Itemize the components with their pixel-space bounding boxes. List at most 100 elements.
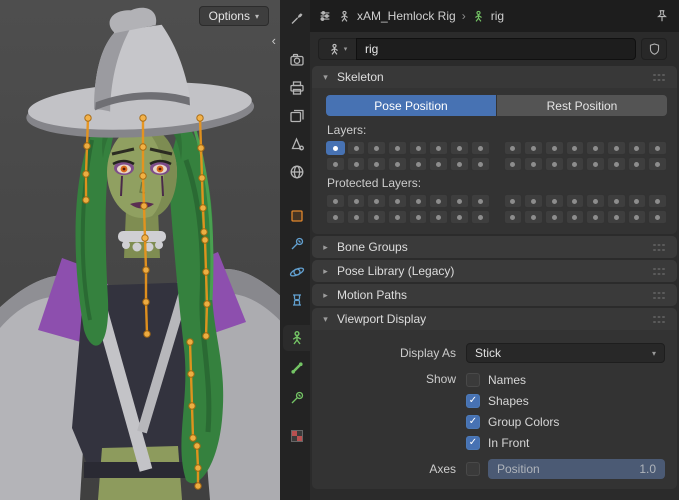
layer-toggle[interactable] (388, 141, 407, 155)
checkbox-checked-icon[interactable]: ✓ (466, 435, 480, 450)
skeleton-panel-header[interactable]: ▾ Skeleton (312, 66, 677, 88)
layer-toggle[interactable] (648, 141, 667, 155)
layer-toggle[interactable] (544, 210, 564, 224)
layer-toggle[interactable] (429, 194, 449, 208)
layer-toggle[interactable] (429, 210, 449, 224)
panel-grip-icon[interactable] (652, 243, 667, 252)
layer-toggle[interactable] (429, 141, 449, 155)
layer-toggle[interactable] (586, 194, 605, 208)
panel-grip-icon[interactable] (652, 73, 667, 82)
layer-toggle[interactable] (544, 157, 564, 171)
checkbox-in-front[interactable]: ✓ In Front (466, 432, 665, 453)
layer-toggle[interactable] (367, 141, 387, 155)
axes-checkbox[interactable] (466, 462, 480, 476)
3d-viewport[interactable]: Options ▾ ‹ (0, 0, 280, 500)
layer-toggle[interactable] (326, 194, 345, 208)
layer-toggle[interactable] (367, 194, 387, 208)
layer-toggle[interactable] (627, 141, 647, 155)
tab-view-layer[interactable] (283, 103, 310, 129)
checkbox-checked-icon[interactable]: ✓ (466, 414, 480, 429)
layer-toggle[interactable] (408, 141, 428, 155)
panel-grip-icon[interactable] (652, 267, 667, 276)
layer-toggle[interactable] (408, 210, 428, 224)
layer-toggle[interactable] (606, 141, 626, 155)
datablock-name-field[interactable] (356, 38, 636, 60)
layer-toggle[interactable] (606, 194, 626, 208)
tab-render[interactable] (283, 47, 310, 73)
tab-modifiers[interactable] (283, 231, 310, 257)
checkbox-empty-icon[interactable] (466, 372, 480, 387)
fake-user-shield-button[interactable] (641, 38, 667, 60)
layer-toggle[interactable] (326, 210, 345, 224)
layer-toggle[interactable] (648, 194, 667, 208)
breadcrumb-data-name[interactable]: rig (491, 9, 504, 23)
layer-toggle[interactable] (388, 210, 407, 224)
motion-paths-panel-header[interactable]: ▸ Motion Paths (312, 284, 677, 306)
layer-toggle[interactable] (429, 157, 449, 171)
pin-icon[interactable] (655, 9, 669, 23)
layer-toggle[interactable] (408, 194, 428, 208)
layer-toggle[interactable] (346, 210, 366, 224)
layer-toggle[interactable] (408, 157, 428, 171)
layer-toggle[interactable] (565, 141, 585, 155)
layer-toggle[interactable] (470, 210, 490, 224)
layer-toggle[interactable] (470, 194, 490, 208)
layer-toggle[interactable] (388, 157, 407, 171)
checkbox-group-colors[interactable]: ✓ Group Colors (466, 411, 665, 432)
tab-bone[interactable] (283, 355, 310, 381)
pose-position-button[interactable]: Pose Position (326, 95, 496, 116)
layer-toggle[interactable] (606, 210, 626, 224)
options-button[interactable]: Options ▾ (198, 6, 269, 26)
layer-toggle[interactable] (565, 194, 585, 208)
layer-toggle[interactable] (565, 157, 585, 171)
layer-toggle[interactable] (503, 210, 523, 224)
layer-toggle[interactable] (326, 141, 345, 155)
rest-position-button[interactable]: Rest Position (497, 95, 667, 116)
tab-output[interactable] (283, 75, 310, 101)
tab-physics[interactable] (283, 259, 310, 285)
layer-toggle[interactable] (388, 194, 407, 208)
layer-toggle[interactable] (524, 194, 543, 208)
layer-toggle[interactable] (470, 157, 490, 171)
tab-object-data-armature[interactable] (283, 325, 310, 351)
checkbox-shapes[interactable]: ✓ Shapes (466, 390, 665, 411)
layer-toggle[interactable] (524, 141, 543, 155)
pose-library-panel-header[interactable]: ▸ Pose Library (Legacy) (312, 260, 677, 282)
layer-toggle[interactable] (648, 157, 667, 171)
layer-toggle[interactable] (346, 141, 366, 155)
axes-position-slider[interactable]: Position 1.0 (488, 459, 665, 479)
layer-toggle[interactable] (450, 210, 469, 224)
layer-toggle[interactable] (586, 157, 605, 171)
panel-grip-icon[interactable] (652, 315, 667, 324)
layer-toggle[interactable] (524, 210, 543, 224)
layer-toggle[interactable] (627, 157, 647, 171)
tab-constraints[interactable] (283, 287, 310, 313)
display-as-dropdown[interactable]: Stick ▾ (466, 343, 665, 363)
layer-toggle[interactable] (606, 157, 626, 171)
layer-toggle[interactable] (586, 141, 605, 155)
layer-toggle[interactable] (544, 194, 564, 208)
tab-tool[interactable] (283, 5, 310, 31)
breadcrumb-object-name[interactable]: xAM_Hemlock Rig (357, 9, 456, 23)
tab-texture[interactable] (283, 423, 310, 449)
layer-toggle[interactable] (648, 210, 667, 224)
layer-toggle[interactable] (450, 157, 469, 171)
layer-toggle[interactable] (627, 210, 647, 224)
layer-toggle[interactable] (326, 157, 345, 171)
tab-world[interactable] (283, 159, 310, 185)
tab-object[interactable] (283, 203, 310, 229)
properties-editor-icon[interactable] (318, 9, 332, 23)
tab-bone-constraint[interactable] (283, 385, 310, 411)
layer-toggle[interactable] (503, 141, 523, 155)
tab-scene[interactable] (283, 131, 310, 157)
sidebar-collapse-arrow[interactable]: ‹ (272, 34, 276, 47)
layer-toggle[interactable] (450, 141, 469, 155)
layer-toggle[interactable] (470, 141, 490, 155)
layer-toggle[interactable] (367, 157, 387, 171)
panel-grip-icon[interactable] (652, 291, 667, 300)
layer-toggle[interactable] (367, 210, 387, 224)
layer-toggle[interactable] (346, 194, 366, 208)
checkbox-checked-icon[interactable]: ✓ (466, 393, 480, 408)
layer-toggle[interactable] (565, 210, 585, 224)
layer-toggle[interactable] (524, 157, 543, 171)
